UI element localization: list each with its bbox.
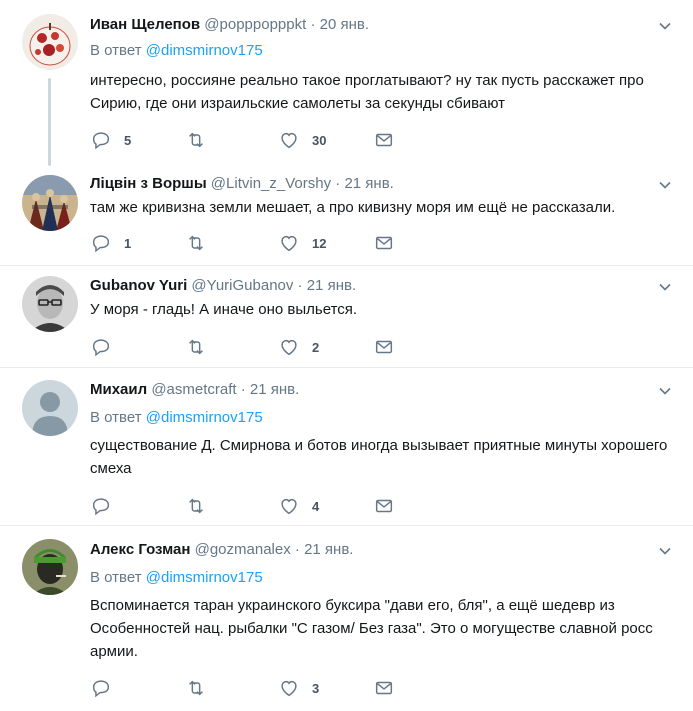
retweet-button[interactable] xyxy=(185,231,219,255)
reply-icon xyxy=(92,339,110,357)
tweet-header: Ліцвін з Воршы @Litvin_z_Vorshy · 21 янв… xyxy=(90,175,394,192)
tweet-text: Вспоминается таран украинского буксира "… xyxy=(90,597,653,660)
reply-button[interactable]: 5 xyxy=(90,128,131,152)
tweet-date[interactable]: 21 янв. xyxy=(344,175,393,192)
tweet-actions: 3 xyxy=(90,676,650,700)
author-name[interactable]: Ліцвін з Воршы xyxy=(90,175,207,192)
like-count: 12 xyxy=(312,235,327,251)
reply-context: В ответ @dimsmirnov175 xyxy=(90,409,263,426)
avatar[interactable] xyxy=(22,175,78,231)
tweet-date[interactable]: 21 янв. xyxy=(250,381,299,398)
mention-link[interactable]: @dimsmirnov175 xyxy=(146,42,263,59)
direct-message-icon xyxy=(375,681,393,695)
tweet-actions: 5 30 xyxy=(90,128,650,152)
reply-button[interactable] xyxy=(90,676,124,700)
tweet-actions: 1 12 xyxy=(90,231,650,255)
tweet[interactable]: Михаил @asmetcraft · 21 янв. В ответ @di… xyxy=(0,368,693,525)
direct-message-button[interactable] xyxy=(373,335,395,359)
like-button[interactable]: 3 xyxy=(278,676,319,700)
tweet-text: там же кривизна земли мешает, а про киви… xyxy=(90,199,616,216)
tweet-text: интересно, россияне реально такое прогла… xyxy=(90,72,644,112)
retweet-button[interactable] xyxy=(185,494,219,518)
like-icon xyxy=(281,235,297,252)
reply-button[interactable] xyxy=(90,335,124,359)
avatar[interactable] xyxy=(22,276,78,332)
chevron-down-icon[interactable] xyxy=(657,383,673,399)
mention-link[interactable]: @dimsmirnov175 xyxy=(146,409,263,426)
tweet-text: существование Д. Смирнова и ботов иногда… xyxy=(90,437,668,477)
author-name[interactable]: Gubanov Yuri xyxy=(90,277,187,294)
like-icon xyxy=(281,339,297,356)
like-button[interactable]: 30 xyxy=(278,128,326,152)
retweet-button[interactable] xyxy=(185,335,219,359)
retweet-button[interactable] xyxy=(185,128,219,152)
reply-icon xyxy=(92,235,110,253)
chevron-down-icon[interactable] xyxy=(657,279,673,295)
author-handle[interactable]: @gozmanalex xyxy=(195,541,291,558)
tweet[interactable]: Иван Щелепов @popppopppkt · 20 янв. В от… xyxy=(0,0,693,166)
direct-message-button[interactable] xyxy=(373,231,395,255)
avatar[interactable] xyxy=(22,539,78,595)
tweet[interactable]: Gubanov Yuri @YuriGubanov · 21 янв. У мо… xyxy=(0,266,693,367)
like-icon xyxy=(281,498,297,515)
retweet-button[interactable] xyxy=(185,676,219,700)
like-icon xyxy=(281,132,297,149)
retweet-icon xyxy=(189,235,203,251)
direct-message-button[interactable] xyxy=(373,128,395,152)
direct-message-button[interactable] xyxy=(373,676,395,700)
tweet-header: Иван Щелепов @popppopppkt · 20 янв. xyxy=(90,16,370,33)
tweet-actions: 4 xyxy=(90,494,650,518)
like-button[interactable]: 2 xyxy=(278,335,319,359)
like-count: 3 xyxy=(312,680,320,696)
author-name[interactable]: Алекс Гозман xyxy=(90,541,190,558)
thread-line xyxy=(48,78,51,166)
like-button[interactable]: 4 xyxy=(278,494,319,518)
reply-count: 5 xyxy=(124,132,132,148)
chevron-down-icon[interactable] xyxy=(657,18,673,34)
tweet-date[interactable]: 21 янв. xyxy=(304,541,353,558)
direct-message-icon xyxy=(375,236,393,250)
tweet-date[interactable]: 20 янв. xyxy=(320,16,369,33)
reply-button[interactable]: 1 xyxy=(90,231,131,255)
chevron-down-icon[interactable] xyxy=(657,543,673,559)
retweet-icon xyxy=(189,498,203,514)
avatar[interactable] xyxy=(22,380,78,436)
tweet-text: У моря - гладь! А иначе оно выльется. xyxy=(90,301,358,318)
direct-message-icon xyxy=(375,499,393,513)
author-name[interactable]: Иван Щелепов xyxy=(90,16,200,33)
tweet-header: Алекс Гозман @gozmanalex · 21 янв. xyxy=(90,541,354,558)
avatar[interactable] xyxy=(22,14,78,70)
tweet-header: Михаил @asmetcraft · 21 янв. xyxy=(90,381,300,398)
direct-message-button[interactable] xyxy=(373,494,395,518)
tweet-actions: 2 xyxy=(90,335,650,359)
retweet-icon xyxy=(189,339,203,355)
tweet-header: Gubanov Yuri @YuriGubanov · 21 янв. xyxy=(90,277,357,294)
reply-icon xyxy=(92,680,110,698)
like-count: 4 xyxy=(312,498,320,514)
direct-message-icon xyxy=(375,340,393,354)
like-icon xyxy=(281,680,297,697)
author-handle[interactable]: @YuriGubanov xyxy=(191,277,293,294)
mention-link[interactable]: @dimsmirnov175 xyxy=(146,569,263,586)
reply-icon xyxy=(92,498,110,516)
reply-context: В ответ @dimsmirnov175 xyxy=(90,569,263,586)
like-count: 2 xyxy=(312,339,320,355)
author-handle[interactable]: @popppopppkt xyxy=(204,16,306,33)
retweet-icon xyxy=(189,132,203,148)
author-handle[interactable]: @Litvin_z_Vorshy xyxy=(211,175,331,192)
author-handle[interactable]: @asmetcraft xyxy=(151,381,236,398)
tweet[interactable]: Алекс Гозман @gozmanalex · 21 янв. В отв… xyxy=(0,526,693,711)
chevron-down-icon[interactable] xyxy=(657,177,673,193)
retweet-icon xyxy=(189,680,203,696)
author-name[interactable]: Михаил xyxy=(90,381,147,398)
reply-context: В ответ @dimsmirnov175 xyxy=(90,42,263,59)
like-count: 30 xyxy=(312,132,327,148)
tweet[interactable]: Ліцвін з Воршы @Litvin_z_Vorshy · 21 янв… xyxy=(0,165,693,265)
reply-icon xyxy=(92,132,110,150)
tweet-date[interactable]: 21 янв. xyxy=(307,277,356,294)
direct-message-icon xyxy=(375,133,393,147)
reply-button[interactable] xyxy=(90,494,124,518)
like-button[interactable]: 12 xyxy=(278,231,326,255)
reply-count: 1 xyxy=(124,235,132,251)
